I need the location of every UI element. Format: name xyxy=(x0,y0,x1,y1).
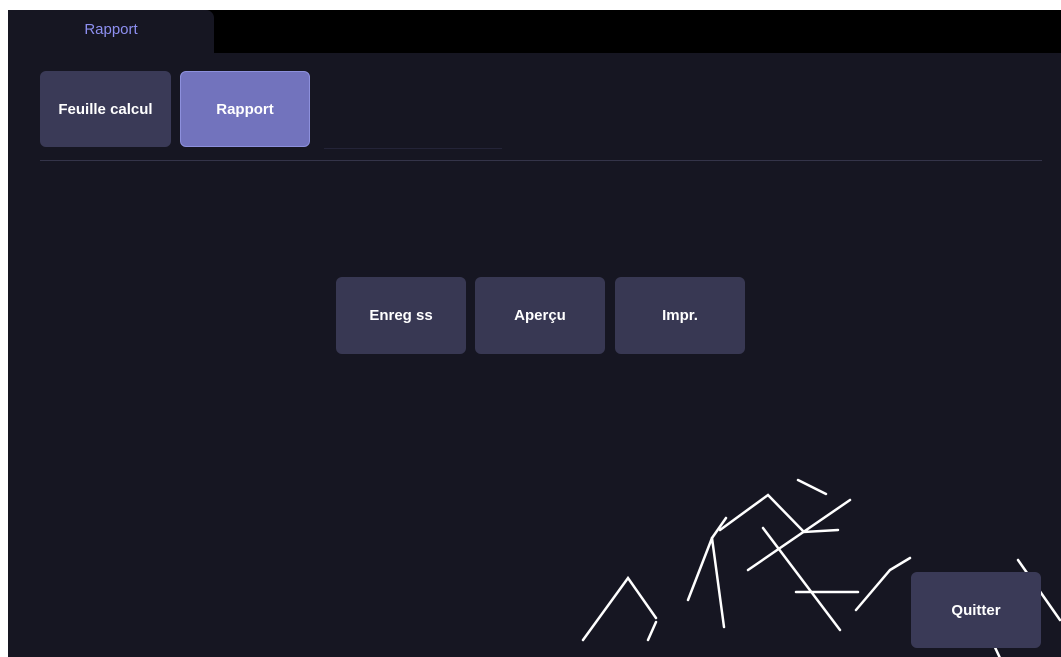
print-button[interactable]: Impr. xyxy=(615,277,745,354)
tab-underline xyxy=(324,148,502,149)
top-tab-bar: Rapport xyxy=(8,10,1061,53)
tab-rapport[interactable]: Rapport xyxy=(8,10,214,53)
report-screen: Rapport Feuille calcul Rapport Enreg ss … xyxy=(8,10,1061,657)
tab-feuille-calcul[interactable]: Feuille calcul xyxy=(40,71,171,147)
tab-rapport-sub[interactable]: Rapport xyxy=(180,71,310,147)
preview-button[interactable]: Aperçu xyxy=(475,277,605,354)
quit-button[interactable]: Quitter xyxy=(911,572,1041,648)
header-divider xyxy=(40,160,1042,161)
save-as-button[interactable]: Enreg ss xyxy=(336,277,466,354)
